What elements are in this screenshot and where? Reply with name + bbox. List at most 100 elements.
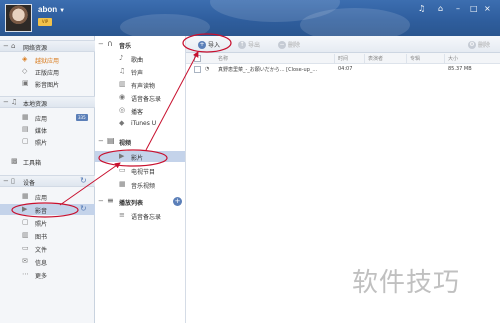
photo-icon: ▢ xyxy=(22,218,29,226)
media-item-movies[interactable]: ▶ 影片 xyxy=(95,151,185,162)
section-title: 音乐 xyxy=(119,43,132,50)
sidebar-item-local-apps[interactable]: ▦ 应用 335 xyxy=(0,112,95,123)
message-icon: ✉ xyxy=(22,257,28,265)
column-header-name[interactable]: 名称 xyxy=(218,55,228,62)
media-category-panel: − ∩ 音乐 ♪ 歌曲 ♫ 铃声 ▥ 有声读物 ◉ 语音备忘录 ◎ 播客 ◆ i… xyxy=(95,36,186,323)
collapse-icon[interactable]: − xyxy=(98,40,104,48)
import-button[interactable]: + 导入 xyxy=(198,40,220,50)
cell-name: 真野恵里菜_-_お願いだから... [Close-up_... xyxy=(218,67,318,73)
media-item-voice-memos[interactable]: ◉ 语音备忘录 xyxy=(95,92,185,103)
section-title: 网络资源 xyxy=(23,45,48,52)
sidebar-item-label: 信息 xyxy=(35,260,48,267)
section-network-resources[interactable]: − ⌂ 网络资源 xyxy=(0,40,95,52)
headphones-icon: ∩ xyxy=(107,39,113,48)
sidebar-item-label: 越狱应用 xyxy=(35,58,60,65)
sidebar-item-label: 影音 xyxy=(35,208,48,215)
playlist-icon: ≡ xyxy=(107,196,114,205)
column-header-size[interactable]: 大小 xyxy=(448,55,458,62)
close-icon[interactable]: × xyxy=(484,4,491,14)
sidebar-item-label: 应用 xyxy=(35,116,48,123)
sidebar-item-label: 正版应用 xyxy=(35,70,60,77)
column-divider xyxy=(334,54,335,63)
media-item-music-videos[interactable]: ▦ 音乐视频 xyxy=(95,179,185,190)
media-item-label: 语音备忘录 xyxy=(131,96,162,103)
film-icon: ▶ xyxy=(119,152,125,160)
media-item-label: 音乐视频 xyxy=(131,183,156,190)
column-header-artist[interactable]: 表演者 xyxy=(368,55,383,62)
media-item-songs[interactable]: ♪ 歌曲 xyxy=(95,53,185,64)
column-header-time[interactable]: 时间 xyxy=(338,55,348,62)
tv-icon: ▭ xyxy=(119,166,126,174)
music-note-icon[interactable]: ♫ xyxy=(418,4,425,14)
app-icon: ▦ xyxy=(22,192,29,200)
sidebar-item-media-images[interactable]: ▣ 影音图片 xyxy=(0,78,95,89)
add-playlist-button[interactable]: + xyxy=(173,197,182,206)
settings-button[interactable]: ⚙ 删除 xyxy=(468,40,490,50)
section-playlists[interactable]: − ≡ 播放列表 + xyxy=(95,196,185,208)
toolbar: + 导入 ↑ 导出 − 删除 ⚙ 删除 xyxy=(186,36,500,53)
plus-icon: + xyxy=(198,40,206,49)
media-item-audiobooks[interactable]: ▥ 有声读物 xyxy=(95,79,185,90)
app-icon: ◇ xyxy=(22,67,28,75)
device-icon: ▯ xyxy=(11,177,15,185)
sync-icon[interactable]: ↻ xyxy=(80,176,87,185)
sidebar-item-label: 应用 xyxy=(35,195,48,202)
table-row[interactable]: ◔ 真野恵里菜_-_お願いだから... [Close-up_... 04:07 … xyxy=(186,64,500,75)
sidebar-item-label: 照片 xyxy=(35,221,48,228)
media-item-label: 语音备忘录 xyxy=(131,214,162,221)
playlist-item-voice-memos[interactable]: ≡ 语音备忘录 xyxy=(95,210,185,221)
delete-button[interactable]: − 删除 xyxy=(278,40,300,50)
collapse-icon[interactable]: − xyxy=(98,197,104,205)
sidebar-item-device-messages[interactable]: ✉ 信息 xyxy=(0,256,95,267)
section-music[interactable]: − ∩ 音乐 xyxy=(95,39,185,51)
minimize-icon[interactable]: – xyxy=(456,4,460,14)
toolbox-icon: ▩ xyxy=(11,157,18,165)
avatar[interactable] xyxy=(5,4,32,32)
collapse-icon[interactable]: − xyxy=(3,42,9,50)
sidebar-item-device-files[interactable]: ▭ 文件 xyxy=(0,243,95,254)
vip-badge: VIP xyxy=(38,18,52,26)
bell-icon: ♫ xyxy=(119,67,126,75)
media-item-label: iTunes U xyxy=(131,120,157,127)
section-local-resources[interactable]: − ♫ 本地资源 xyxy=(0,96,95,108)
header-cloud-decoration xyxy=(120,14,210,36)
file-icon: ▭ xyxy=(22,244,29,252)
section-title: 本地资源 xyxy=(23,101,48,108)
media-item-podcasts[interactable]: ◎ 播客 xyxy=(95,105,185,116)
sidebar-item-jailbreak-apps[interactable]: ◈ 越狱应用 xyxy=(0,54,95,65)
sidebar-item-toolbox[interactable]: ▩ 工具箱 xyxy=(0,156,95,167)
media-item-tv-shows[interactable]: ▭ 电视节目 xyxy=(95,165,185,176)
restore-icon[interactable]: □ xyxy=(470,4,478,14)
sidebar-item-device-books[interactable]: ▥ 图书 xyxy=(0,230,95,241)
count-badge: 335 xyxy=(76,114,88,121)
music-note-icon: ♫ xyxy=(11,98,18,106)
select-all-checkbox[interactable] xyxy=(194,55,201,62)
chevron-down-icon: ▼ xyxy=(59,8,66,14)
sidebar-item-local-media[interactable]: ▤ 媒体 xyxy=(0,124,95,135)
sidebar-item-device-more[interactable]: ⋯ 更多 xyxy=(0,269,95,280)
media-item-ringtones[interactable]: ♫ 铃声 xyxy=(95,66,185,77)
sidebar-item-device-apps[interactable]: ▦ 应用 xyxy=(0,191,95,202)
shirt-icon[interactable]: ⌂ xyxy=(438,4,443,14)
music-note-icon: ♪ xyxy=(119,54,124,62)
sidebar-item-genuine-apps[interactable]: ◇ 正版应用 xyxy=(0,66,95,77)
app-store-icon: ◈ xyxy=(22,55,28,63)
graduation-cap-icon: ◆ xyxy=(119,119,125,127)
collapse-icon[interactable]: − xyxy=(98,137,104,145)
collapse-icon[interactable]: − xyxy=(3,98,9,106)
column-divider xyxy=(406,54,407,63)
sidebar-item-label: 影音图片 xyxy=(35,82,60,89)
export-button[interactable]: ↑ 导出 xyxy=(238,40,260,50)
cell-size: 85.37 MB xyxy=(448,66,472,72)
section-video[interactable]: − ▤ 视频 xyxy=(95,136,185,148)
column-header-album[interactable]: 专辑 xyxy=(410,55,420,62)
collapse-icon[interactable]: − xyxy=(3,177,9,185)
sidebar-item-local-photos[interactable]: ▢ 照片 xyxy=(0,136,95,147)
row-checkbox[interactable] xyxy=(194,66,201,73)
sidebar-item-device-photos[interactable]: ▢ 照片 xyxy=(0,217,95,228)
left-sidebar: − ⌂ 网络资源 ◈ 越狱应用 ◇ 正版应用 ▣ 影音图片 − ♫ 本地资源 ▦… xyxy=(0,36,95,323)
user-menu[interactable]: abon ▼ xyxy=(38,5,65,14)
sync-icon[interactable]: ↻ xyxy=(80,204,87,213)
media-item-itunes-u[interactable]: ◆ iTunes U xyxy=(95,118,185,129)
user-name: abon xyxy=(38,5,58,14)
